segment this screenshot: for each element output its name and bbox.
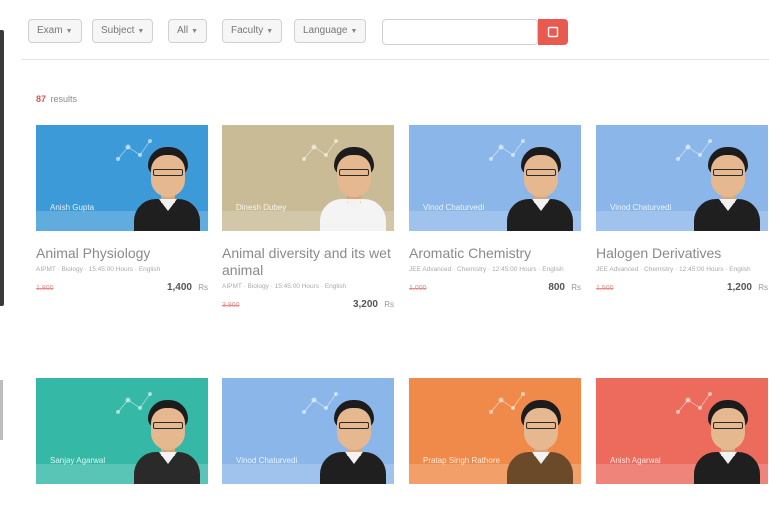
all-filter-dropdown[interactable]: All ▼	[168, 19, 208, 43]
search-icon	[547, 26, 559, 38]
course-title[interactable]: Halogen Derivatives	[596, 245, 768, 262]
course-price: 1,200	[726, 282, 752, 293]
currency-label: Rs	[758, 283, 768, 292]
teacher-name: Vinod Chaturvedi	[610, 203, 672, 212]
course-thumbnail[interactable]: Anish Agarwal	[596, 378, 768, 484]
course-thumbnail[interactable]: Vinod Chaturvedi	[596, 125, 768, 231]
teacher-name: Dinesh Dubey	[236, 203, 287, 212]
course-thumbnail[interactable]: Vinod Chaturvedi	[409, 125, 581, 231]
chevron-down-icon: ▼	[65, 28, 73, 35]
course-meta: AIPMT · Biology · 15:45:00 Hours · Engli…	[36, 266, 161, 273]
original-price: 1,000	[409, 285, 427, 292]
teacher-name: Anish Agarwal	[610, 456, 661, 465]
left-panel-edge-lower	[0, 380, 3, 440]
language-filter-dropdown[interactable]: Language ▼	[294, 19, 367, 43]
course-meta: JEE Advanced · Chemistry · 12:45:00 Hour…	[409, 266, 564, 273]
course-card[interactable]: Vinod Chaturvedi Aromatic Chemistry JEE …	[409, 125, 581, 296]
teacher-photo	[134, 139, 200, 231]
price-row	[409, 498, 581, 512]
course-card[interactable]: Vinod Chaturvedi	[222, 378, 394, 512]
teacher-photo	[320, 139, 386, 231]
currency-label: Rs	[198, 283, 208, 292]
chevron-down-icon: ▼	[350, 28, 358, 35]
course-card[interactable]: Anish Agarwal	[596, 378, 768, 512]
price-row	[36, 498, 208, 512]
course-meta: JEE Advanced · Chemistry · 12:45:00 Hour…	[596, 266, 751, 273]
all-filter-label: All	[177, 25, 189, 36]
course-price: 3,200	[352, 299, 378, 310]
teacher-name: Vinod Chaturvedi	[423, 203, 485, 212]
course-card[interactable]: Pratap Singh Rathore	[409, 378, 581, 512]
chevron-down-icon: ▼	[137, 28, 145, 35]
course-title[interactable]: Animal Physiology	[36, 245, 208, 262]
course-card[interactable]: Sanjay Agarwal	[36, 378, 208, 512]
course-card[interactable]: Anish Gupta Animal Physiology AIPMT · Bi…	[36, 125, 208, 296]
teacher-name: Pratap Singh Rathore	[423, 456, 500, 465]
price-row: 3,800 3,200 Rs	[222, 299, 394, 313]
teacher-photo	[320, 392, 386, 484]
price-row	[596, 498, 768, 512]
course-price: 1,400	[166, 282, 192, 293]
filter-bar: Exam ▼ Subject ▼ All ▼ Faculty ▼ Language ▼	[22, 8, 769, 60]
course-thumbnail[interactable]: Pratap Singh Rathore	[409, 378, 581, 484]
search-input[interactable]	[382, 19, 538, 45]
course-price: 800	[548, 282, 565, 293]
left-panel-edge	[0, 30, 4, 306]
original-price: 3,800	[222, 302, 240, 309]
teacher-name: Sanjay Agarwal	[50, 456, 106, 465]
course-thumbnail[interactable]: Anish Gupta	[36, 125, 208, 231]
search-button[interactable]	[538, 19, 568, 45]
price-row	[222, 498, 394, 512]
course-title[interactable]: Aromatic Chemistry	[409, 245, 581, 262]
course-thumbnail[interactable]: Dinesh Dubey	[222, 125, 394, 231]
exam-filter-label: Exam	[37, 25, 63, 36]
teacher-photo	[694, 139, 760, 231]
exam-filter-dropdown[interactable]: Exam ▼	[28, 19, 82, 43]
teacher-photo	[694, 392, 760, 484]
faculty-filter-label: Faculty	[231, 25, 264, 36]
original-price: 1,500	[596, 285, 614, 292]
currency-label: Rs	[571, 283, 581, 292]
teacher-name: Anish Gupta	[50, 203, 95, 212]
course-thumbnail[interactable]: Sanjay Agarwal	[36, 378, 208, 484]
results-count: 87 results	[36, 94, 77, 104]
price-row: 1,000 800 Rs	[409, 282, 581, 296]
course-meta: AIPMT · Biology · 15:45:00 Hours · Engli…	[222, 283, 347, 290]
chevron-down-icon: ▼	[266, 28, 274, 35]
results-number: 87	[36, 94, 47, 104]
teacher-photo	[507, 392, 573, 484]
teacher-photo	[507, 139, 573, 231]
course-thumbnail[interactable]: Vinod Chaturvedi	[222, 378, 394, 484]
course-card[interactable]: Dinesh Dubey Animal diversity and its we…	[222, 125, 394, 313]
subject-filter-dropdown[interactable]: Subject ▼	[92, 19, 154, 43]
results-label: results	[50, 94, 78, 104]
price-row: 1,500 1,200 Rs	[596, 282, 768, 296]
faculty-filter-dropdown[interactable]: Faculty ▼	[222, 19, 283, 43]
original-price: 1,800	[36, 285, 54, 292]
subject-filter-label: Subject	[101, 25, 135, 36]
teacher-photo	[134, 392, 200, 484]
chevron-down-icon: ▼	[191, 28, 199, 35]
course-card[interactable]: Vinod Chaturvedi Halogen Derivatives JEE…	[596, 125, 768, 296]
language-filter-label: Language	[303, 25, 348, 36]
currency-label: Rs	[384, 300, 394, 309]
course-title[interactable]: Animal diversity and its wet animal	[222, 245, 394, 279]
price-row: 1,800 1,400 Rs	[36, 282, 208, 296]
teacher-name: Vinod Chaturvedi	[236, 456, 298, 465]
